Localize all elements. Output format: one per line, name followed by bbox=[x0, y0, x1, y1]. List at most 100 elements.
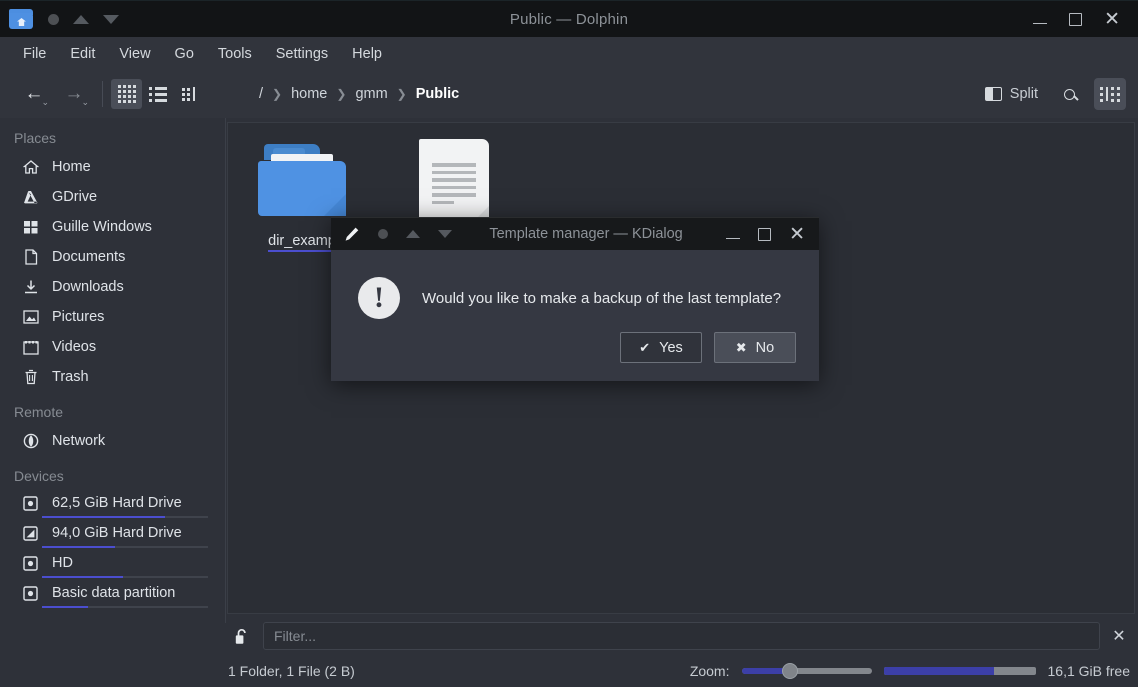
close-button[interactable]: ✕ bbox=[1104, 10, 1120, 29]
sidebar-group-devices: Devices bbox=[14, 468, 64, 484]
sidebar-group-remote: Remote bbox=[14, 404, 64, 420]
warning-icon: ! bbox=[358, 277, 400, 319]
chevron-right-icon: ❯ bbox=[336, 87, 347, 101]
chevron-down-icon[interactable]: ⌄ bbox=[81, 97, 89, 108]
folder-icon bbox=[258, 135, 346, 225]
breadcrumb-root[interactable]: / bbox=[254, 83, 268, 105]
yes-button[interactable]: ✔ Yes bbox=[620, 332, 702, 363]
menu-edit[interactable]: Edit bbox=[61, 42, 104, 66]
title-bar: Public — Dolphin ✕ bbox=[0, 0, 1138, 37]
unlock-icon[interactable] bbox=[231, 625, 253, 647]
pencil-icon bbox=[343, 226, 360, 243]
sidebar-label: Videos bbox=[52, 339, 97, 355]
dialog-message: Would you like to make a backup of the l… bbox=[422, 289, 782, 307]
dialog-maximize-button[interactable] bbox=[758, 227, 772, 241]
menu-settings[interactable]: Settings bbox=[267, 42, 337, 66]
compact-icon bbox=[182, 87, 195, 101]
folder-home-icon bbox=[8, 8, 34, 30]
menu-file[interactable]: File bbox=[14, 42, 55, 66]
back-button[interactable]: ← ⌄ bbox=[14, 79, 54, 109]
dialog-close-button[interactable]: ✕ bbox=[789, 225, 805, 244]
status-right: Zoom: 16,1 GiB free bbox=[690, 663, 1138, 679]
sidebar-item-basic-data-partition[interactable]: Basic data partition bbox=[0, 580, 226, 610]
menu-tools[interactable]: Tools bbox=[209, 42, 261, 66]
control-menu-button[interactable] bbox=[1094, 78, 1126, 110]
file-name: dir_examp bbox=[268, 233, 336, 252]
dialog-message-row: ! Would you like to make a backup of the… bbox=[332, 251, 818, 319]
sidebar-item-guille-windows[interactable]: Guille Windows bbox=[0, 212, 226, 242]
sidebar-item-documents[interactable]: Documents bbox=[0, 242, 226, 272]
sidebar-item-downloads[interactable]: Downloads bbox=[0, 272, 226, 302]
places-sidebar: Places Home GDrive Guille Windows Docume… bbox=[0, 118, 226, 623]
picture-icon bbox=[22, 309, 39, 326]
sidebar-label: 94,0 GiB Hard Drive bbox=[52, 525, 182, 541]
chevron-right-icon: ❯ bbox=[272, 87, 283, 101]
filter-input[interactable] bbox=[263, 622, 1100, 650]
sidebar-item-hard-drive-2[interactable]: 94,0 GiB Hard Drive bbox=[0, 520, 226, 550]
zoom-label: Zoom: bbox=[689, 663, 730, 679]
split-button[interactable]: Split bbox=[979, 82, 1044, 106]
harddrive-icon bbox=[22, 585, 39, 602]
gdrive-icon bbox=[22, 189, 39, 206]
dialog-body: ! Would you like to make a backup of the… bbox=[331, 250, 819, 381]
breadcrumb-home[interactable]: home bbox=[286, 83, 332, 105]
titlebar-left-icons bbox=[0, 8, 260, 30]
sidebar-item-videos[interactable]: Videos bbox=[0, 332, 226, 362]
sidebar-item-hard-drive-1[interactable]: 62,5 GiB Hard Drive bbox=[0, 490, 226, 520]
sidebar-label: Pictures bbox=[52, 309, 105, 325]
sidebar-group-places: Places bbox=[14, 130, 57, 146]
sidebar-item-hd[interactable]: HD bbox=[0, 550, 226, 580]
dot-icon[interactable] bbox=[378, 229, 388, 239]
menu-go[interactable]: Go bbox=[166, 42, 203, 66]
compact-view-button[interactable] bbox=[173, 79, 204, 109]
triangle-up-icon[interactable] bbox=[406, 230, 420, 238]
harddrive-icon bbox=[22, 495, 39, 512]
split-icon bbox=[984, 87, 1002, 101]
dialog-minimize-button[interactable] bbox=[726, 237, 741, 239]
details-view-button[interactable] bbox=[142, 79, 173, 109]
menu-view[interactable]: View bbox=[110, 42, 159, 66]
capacity-bar bbox=[42, 606, 208, 608]
icons-grid-icon bbox=[117, 85, 136, 103]
sidebar-label: Basic data partition bbox=[52, 585, 176, 601]
maximize-button[interactable] bbox=[1069, 12, 1083, 26]
dolphin-window: Public — Dolphin ✕ File Edit View Go Too… bbox=[0, 0, 1138, 687]
sidebar-item-pictures[interactable]: Pictures bbox=[0, 302, 226, 332]
filter-bar: ✕ bbox=[227, 618, 1138, 654]
toolbar-separator bbox=[102, 81, 103, 107]
sidebar-item-network[interactable]: Network bbox=[0, 426, 226, 456]
harddrive-icon bbox=[22, 525, 39, 542]
download-icon bbox=[22, 279, 39, 296]
dot-icon[interactable] bbox=[48, 13, 59, 25]
search-icon[interactable] bbox=[1054, 79, 1084, 109]
yes-label: Yes bbox=[659, 339, 683, 356]
triangle-down-icon[interactable] bbox=[103, 14, 119, 24]
capacity-bar bbox=[42, 546, 208, 548]
cross-icon: ✖ bbox=[735, 339, 747, 355]
forward-button[interactable]: → ⌄ bbox=[54, 79, 94, 109]
sidebar-label: Documents bbox=[52, 249, 126, 265]
capacity-bar bbox=[42, 576, 208, 578]
breadcrumb-gmm[interactable]: gmm bbox=[350, 83, 392, 105]
icons-view-button[interactable] bbox=[111, 79, 142, 109]
close-icon[interactable]: ✕ bbox=[1110, 626, 1128, 646]
sidebar-item-gdrive[interactable]: GDrive bbox=[0, 182, 226, 212]
breadcrumb-public[interactable]: Public bbox=[411, 83, 465, 105]
sidebar-label: Downloads bbox=[52, 279, 124, 295]
chevron-down-icon[interactable]: ⌄ bbox=[41, 97, 49, 108]
minimize-button[interactable] bbox=[1033, 22, 1048, 24]
trash-icon bbox=[22, 369, 39, 386]
chevron-right-icon: ❯ bbox=[396, 87, 407, 101]
status-bar: 1 Folder, 1 File (2 B) Zoom: 16,1 GiB fr… bbox=[0, 655, 1138, 687]
zoom-slider[interactable] bbox=[741, 663, 872, 679]
capacity-bar bbox=[42, 516, 208, 518]
kdialog-window: Template manager — KDialog ✕ ! Would you… bbox=[331, 217, 819, 381]
menu-help[interactable]: Help bbox=[343, 42, 391, 66]
text-file-icon bbox=[419, 135, 489, 225]
no-button[interactable]: ✖ No bbox=[714, 332, 796, 363]
sidebar-item-trash[interactable]: Trash bbox=[0, 362, 226, 392]
sidebar-label: HD bbox=[52, 555, 73, 571]
sidebar-item-home[interactable]: Home bbox=[0, 152, 226, 182]
triangle-up-icon[interactable] bbox=[73, 14, 89, 24]
windows-icon bbox=[22, 219, 39, 236]
